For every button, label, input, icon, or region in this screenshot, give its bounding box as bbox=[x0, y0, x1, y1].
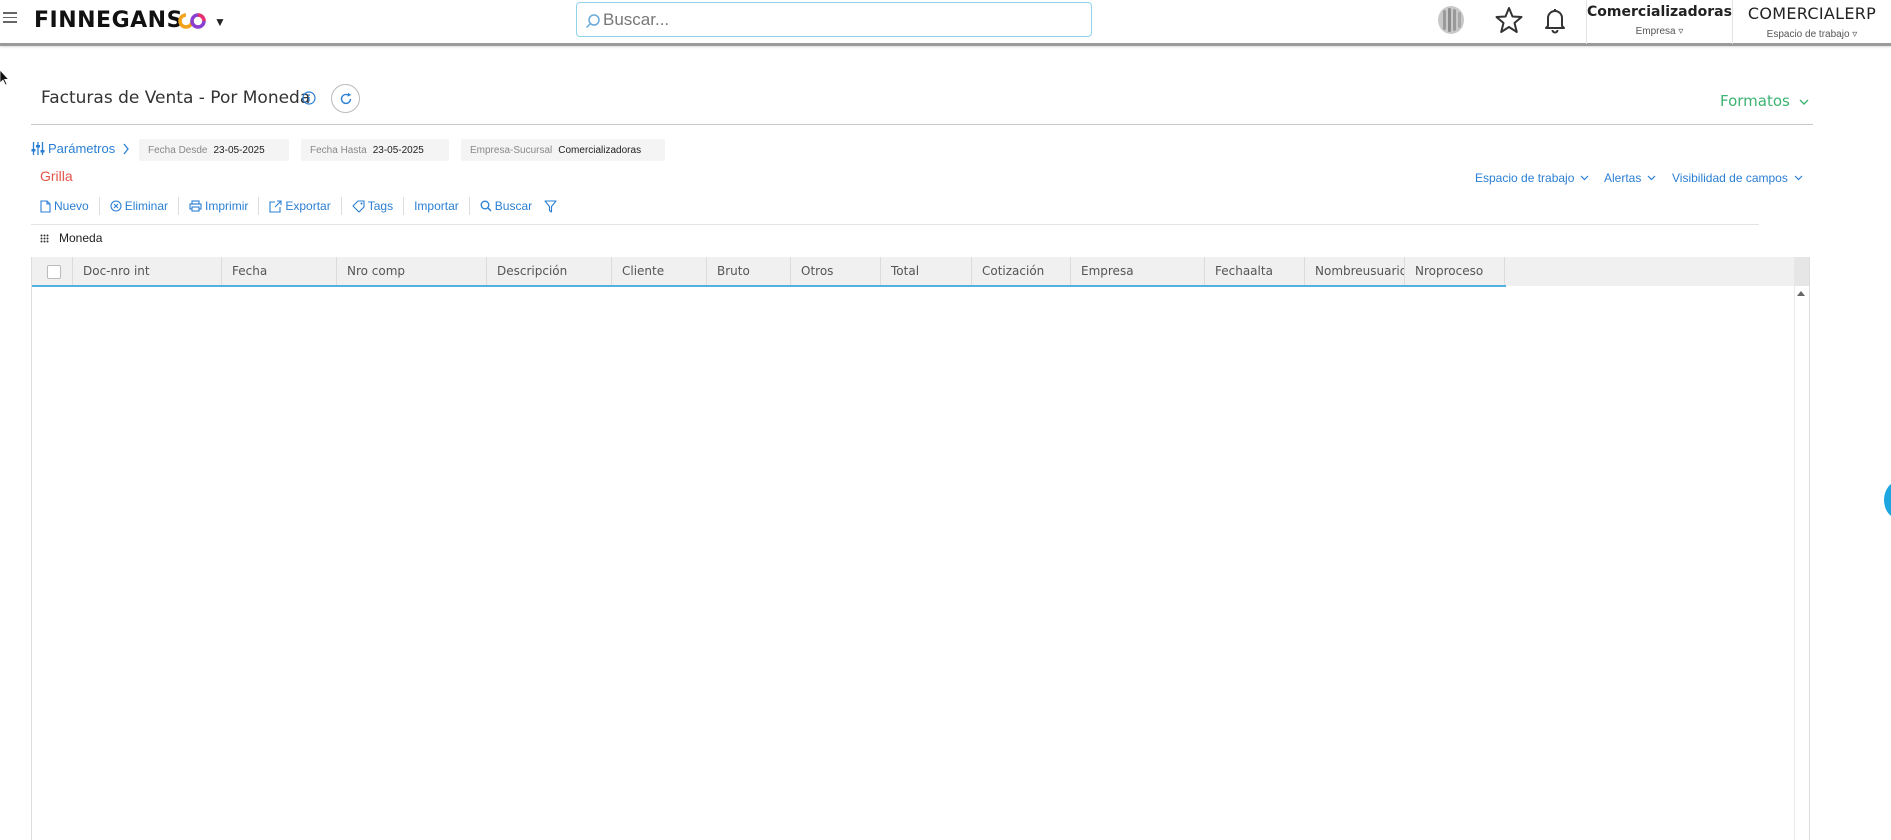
chevron-down-icon bbox=[1580, 175, 1589, 181]
grid-toolbar: Nuevo Eliminar Imprimir Exportar Tags Im… bbox=[38, 197, 567, 215]
refresh-icon bbox=[340, 92, 352, 105]
workspace-link-label: Espacio de trabajo bbox=[1475, 171, 1575, 185]
page-title: Facturas de Venta - Por Moneda bbox=[41, 88, 311, 108]
column-header[interactable]: Cotización bbox=[972, 257, 1071, 286]
print-button-label: Imprimir bbox=[205, 199, 249, 213]
view-mode-label[interactable]: Grilla bbox=[40, 168, 73, 184]
global-search bbox=[576, 2, 1092, 37]
column-header[interactable]: Bruto bbox=[707, 257, 791, 286]
param-value: 23-05-2025 bbox=[372, 144, 424, 156]
company-label: Empresa ▿ bbox=[1635, 26, 1684, 37]
import-button[interactable]: Importar bbox=[404, 197, 470, 215]
group-by-row: Moneda bbox=[40, 231, 102, 245]
field-visibility-link[interactable]: Visibilidad de campos bbox=[1672, 171, 1803, 185]
export-icon bbox=[269, 199, 282, 213]
toolbar-divider bbox=[31, 224, 1759, 225]
vertical-scrollbar[interactable] bbox=[1794, 257, 1809, 840]
new-document-icon bbox=[40, 199, 51, 213]
floating-help-button[interactable] bbox=[1884, 481, 1891, 519]
search-button[interactable]: Buscar bbox=[470, 197, 542, 215]
notifications-bell-icon[interactable] bbox=[1540, 5, 1570, 35]
param-label: Fecha Desde bbox=[148, 144, 208, 156]
field-visibility-link-label: Visibilidad de campos bbox=[1672, 171, 1788, 185]
chevron-right-icon bbox=[123, 143, 130, 154]
filter-icon bbox=[544, 199, 557, 213]
column-header[interactable]: Empresa bbox=[1071, 257, 1205, 286]
apps-icon[interactable] bbox=[1436, 5, 1466, 35]
header-divider bbox=[31, 124, 1813, 125]
param-fecha-desde[interactable]: Fecha Desde 23-05-2025 bbox=[139, 139, 289, 161]
global-search-input[interactable] bbox=[603, 7, 1083, 33]
print-button[interactable]: Imprimir bbox=[179, 197, 260, 215]
column-header[interactable]: Nroproceso bbox=[1405, 257, 1505, 286]
info-icon[interactable] bbox=[302, 91, 316, 105]
param-value: 23-05-2025 bbox=[213, 144, 265, 156]
column-header[interactable]: Otros bbox=[791, 257, 881, 286]
workspace-value: COMERCIALERP bbox=[1747, 4, 1877, 23]
group-by-label[interactable]: Moneda bbox=[59, 231, 102, 245]
select-all-column bbox=[32, 257, 73, 286]
filter-button[interactable] bbox=[542, 197, 567, 215]
brand-mark-icon bbox=[178, 13, 206, 29]
select-all-checkbox[interactable] bbox=[47, 265, 61, 279]
refresh-button[interactable] bbox=[331, 84, 360, 113]
favorites-star-icon[interactable] bbox=[1494, 5, 1524, 35]
company-selector[interactable]: Comercializadoras Empresa ▿ bbox=[1586, 0, 1732, 44]
import-button-label: Importar bbox=[414, 199, 459, 213]
param-label: Empresa-Sucursal bbox=[470, 144, 553, 156]
column-header[interactable]: Nombreusuario bbox=[1305, 257, 1405, 286]
workspace-label: Espacio de trabajo ▿ bbox=[1766, 29, 1858, 40]
scrollbar-header-cap bbox=[1794, 257, 1809, 286]
formats-label: Formatos bbox=[1720, 92, 1790, 110]
parameters-toggle[interactable]: Parámetros bbox=[31, 141, 130, 156]
menu-icon[interactable] bbox=[3, 12, 17, 26]
chevron-down-icon bbox=[1799, 99, 1809, 105]
param-value: Comercializadoras bbox=[558, 144, 642, 156]
param-empresa-sucursal[interactable]: Empresa-Sucursal Comercializadoras bbox=[461, 139, 665, 161]
drag-grip-icon[interactable] bbox=[40, 234, 49, 243]
new-button[interactable]: Nuevo bbox=[38, 197, 100, 215]
tags-button[interactable]: Tags bbox=[342, 197, 405, 215]
column-header[interactable]: Descripción bbox=[487, 257, 612, 286]
chevron-down-icon bbox=[1647, 175, 1656, 181]
formats-dropdown[interactable]: Formatos bbox=[1720, 92, 1809, 110]
search-icon bbox=[585, 14, 600, 29]
column-header[interactable]: Doc-nro int bbox=[73, 257, 222, 286]
delete-button-label: Eliminar bbox=[124, 199, 169, 213]
top-bar: FINNEGANS ▼ Comercializadoras Empresa ▿ … bbox=[0, 0, 1891, 46]
workspace-selector[interactable]: COMERCIALERP Espacio de trabajo ▿ bbox=[1732, 0, 1891, 44]
alerts-link[interactable]: Alertas bbox=[1604, 171, 1656, 185]
workspace-link[interactable]: Espacio de trabajo bbox=[1475, 171, 1589, 185]
column-header[interactable]: Total bbox=[881, 257, 972, 286]
printer-icon bbox=[189, 200, 202, 212]
search-icon bbox=[480, 200, 492, 212]
company-value: Comercializadoras bbox=[1587, 4, 1732, 20]
delete-circle-icon bbox=[110, 200, 122, 212]
column-header[interactable]: Fecha bbox=[222, 257, 337, 286]
brand-logo[interactable]: FINNEGANS bbox=[34, 8, 183, 33]
column-header[interactable]: Nro comp bbox=[337, 257, 487, 286]
grid-header: Doc-nro int Fecha Nro comp Descripción C… bbox=[32, 257, 1797, 286]
export-button[interactable]: Exportar bbox=[259, 197, 342, 215]
column-header[interactable]: Cliente bbox=[612, 257, 707, 286]
search-button-label: Buscar bbox=[494, 199, 533, 213]
new-button-label: Nuevo bbox=[54, 199, 89, 213]
param-label: Fecha Hasta bbox=[310, 144, 367, 156]
param-fecha-hasta[interactable]: Fecha Hasta 23-05-2025 bbox=[301, 139, 449, 161]
chevron-down-icon bbox=[1794, 175, 1803, 181]
tag-icon bbox=[352, 199, 365, 213]
data-grid: Doc-nro int Fecha Nro comp Descripción C… bbox=[31, 257, 1810, 840]
sliders-icon bbox=[31, 142, 45, 155]
parameters-label: Parámetros bbox=[48, 141, 116, 156]
grid-header-underline bbox=[32, 285, 1506, 287]
delete-button[interactable]: Eliminar bbox=[100, 197, 180, 215]
alerts-link-label: Alertas bbox=[1604, 171, 1642, 185]
scroll-up-arrow-icon[interactable] bbox=[1797, 291, 1805, 296]
tags-button-label: Tags bbox=[367, 199, 394, 213]
mouse-cursor-icon bbox=[0, 70, 10, 86]
export-button-label: Exportar bbox=[285, 199, 331, 213]
column-header[interactable]: Fechaalta bbox=[1205, 257, 1305, 286]
brand-menu-caret-icon[interactable]: ▼ bbox=[214, 15, 226, 29]
